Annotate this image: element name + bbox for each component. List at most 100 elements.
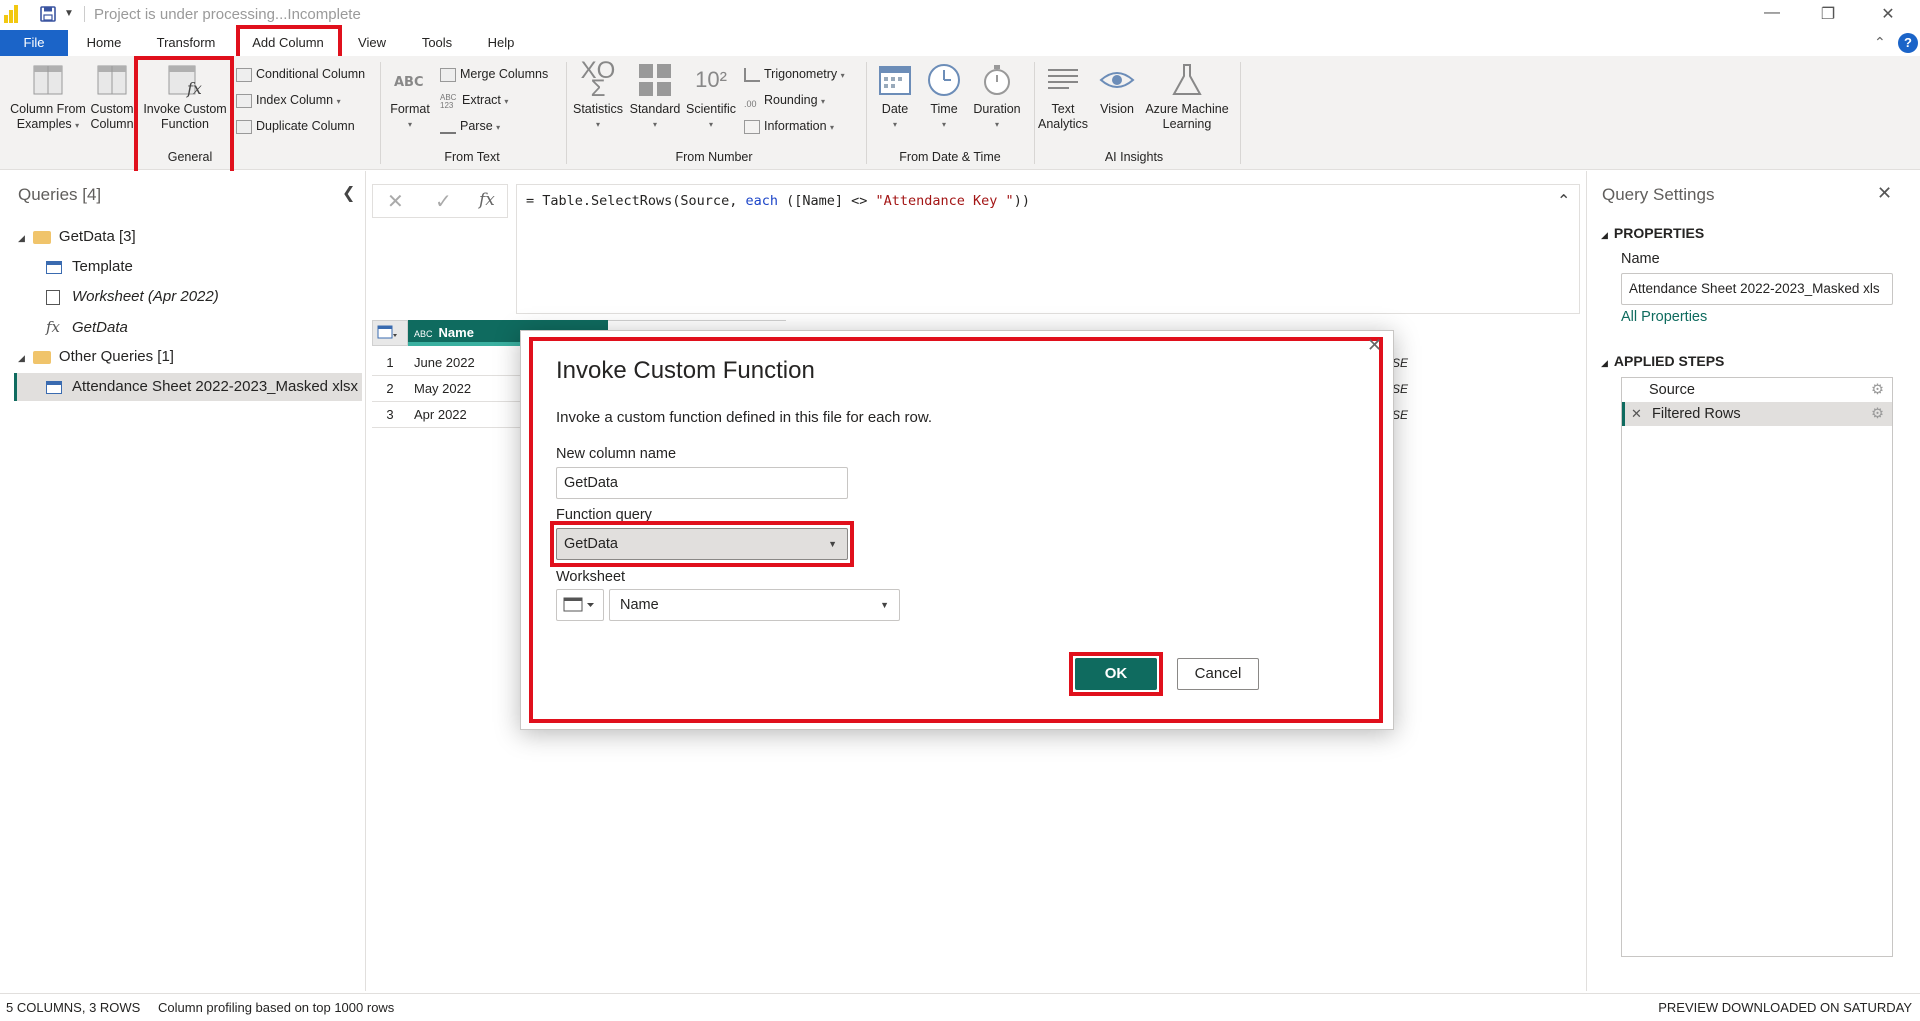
duplicate-column-icon (236, 119, 252, 134)
dialog-description: Invoke a custom function defined in this… (556, 409, 933, 426)
function-icon: fx (46, 318, 61, 336)
save-icon[interactable] (40, 6, 56, 22)
time-button[interactable]: Time ▾ (922, 62, 966, 132)
chevron-down-icon: ▼ (880, 600, 889, 610)
close-button[interactable]: ✕ (1868, 4, 1908, 26)
extract-button[interactable]: ABC 123 Extract ▾ (440, 90, 508, 110)
status-bar: 5 COLUMNS, 3 ROWS Column profiling based… (0, 993, 1920, 1020)
query-item-getdata-function[interactable]: fx GetData (46, 313, 128, 341)
restore-button[interactable]: ❐ (1808, 4, 1848, 26)
applied-steps-list: Source ⚙ ✕ Filtered Rows ⚙ (1621, 377, 1893, 957)
stopwatch-icon (979, 62, 1015, 98)
tab-file[interactable]: File (0, 30, 68, 56)
query-name-input[interactable]: Attendance Sheet 2022-2023_Masked xls (1621, 273, 1893, 305)
conditional-column-button[interactable]: Conditional Column (236, 64, 365, 84)
help-icon[interactable]: ? (1898, 33, 1918, 53)
power-bi-logo-icon (4, 5, 18, 23)
custom-column-icon (94, 62, 130, 98)
standard-button[interactable]: Standard ▾ (626, 62, 684, 132)
minimize-button[interactable]: — (1752, 4, 1792, 26)
trigonometry-icon (744, 67, 760, 82)
query-group-other[interactable]: ◢ Other Queries [1] (18, 343, 174, 371)
highlight-function-query (550, 521, 854, 567)
duration-button[interactable]: Duration ▾ (968, 62, 1026, 132)
statistics-icon: XO Σ (580, 57, 616, 102)
table-icon (563, 597, 594, 612)
tab-transform[interactable]: Transform (148, 30, 224, 56)
collapse-formula-icon[interactable]: ⌃ (1557, 191, 1570, 211)
close-settings-icon[interactable]: ✕ (1877, 183, 1892, 204)
query-group-getdata[interactable]: ◢ GetData [3] (18, 223, 136, 251)
tab-help[interactable]: Help (480, 30, 522, 56)
quick-access-dropdown-icon[interactable]: ▼ (64, 8, 74, 19)
cancel-edit-icon[interactable]: ✕ (387, 189, 404, 214)
statistics-button[interactable]: XO Σ Statistics ▾ (570, 57, 626, 132)
text-type-icon: ABC (414, 329, 433, 339)
dialog-close-icon[interactable]: ✕ (1367, 335, 1382, 356)
scientific-button[interactable]: 10² Scientific ▾ (684, 62, 738, 132)
trigonometry-button[interactable]: Trigonometry ▾ (744, 64, 845, 84)
step-source[interactable]: Source ⚙ (1622, 378, 1892, 402)
queries-pane: Queries [4] ❮ ◢ GetData [3] Template Work… (0, 171, 366, 991)
format-button[interactable]: ABC Format ▾ (386, 62, 434, 132)
table-icon (46, 380, 62, 394)
title-separator (84, 6, 85, 22)
ribbon-separator (1240, 62, 1241, 164)
tab-tools[interactable]: Tools (414, 30, 460, 56)
text-analytics-icon (1045, 62, 1081, 98)
table-icon (46, 260, 62, 274)
azure-ml-button[interactable]: Azure Machine Learning (1142, 62, 1232, 132)
merge-columns-icon (440, 67, 456, 82)
merge-columns-button[interactable]: Merge Columns (440, 64, 548, 84)
gear-icon[interactable]: ⚙ (1871, 378, 1884, 402)
query-item-template[interactable]: Template (46, 253, 133, 281)
ribbon-separator (866, 62, 867, 164)
query-settings-pane: Query Settings ✕ ◢ PROPERTIES Name Attend… (1586, 171, 1920, 991)
worksheet-label: Worksheet (556, 569, 626, 585)
index-column-button[interactable]: Index Column ▾ (236, 90, 341, 110)
information-icon (744, 119, 760, 134)
collapse-pane-icon[interactable]: ❮ (342, 183, 355, 203)
query-item-attendance-sheet[interactable]: Attendance Sheet 2022-2023_Masked xlsx (14, 373, 362, 401)
parse-button[interactable]: Parse ▾ (440, 116, 500, 136)
clock-icon (926, 62, 962, 98)
row-number: 3 (372, 402, 408, 428)
column-type-select[interactable] (556, 589, 604, 621)
information-button[interactable]: Information ▾ (744, 116, 834, 136)
name-label: Name (1621, 251, 1660, 267)
svg-text:ABC: ABC (394, 75, 424, 90)
collapse-ribbon-icon[interactable]: ⌃ (1874, 34, 1886, 51)
tab-view[interactable]: View (352, 30, 392, 56)
delete-step-icon[interactable]: ✕ (1631, 402, 1642, 426)
applied-steps-heading: ◢ APPLIED STEPS (1601, 353, 1725, 369)
text-analytics-button[interactable]: Text Analytics (1036, 62, 1090, 132)
status-profiling[interactable]: Column profiling based on top 1000 rows (158, 994, 394, 1021)
query-item-worksheet[interactable]: Worksheet (Apr 2022) (46, 283, 219, 311)
expand-arrow-icon: ◢ (18, 353, 25, 363)
properties-heading: ◢ PROPERTIES (1601, 225, 1705, 241)
formula-text: = Table.SelectRows(Source, each ([Name] … (526, 193, 1030, 209)
tab-home[interactable]: Home (76, 30, 132, 56)
table-menu-icon[interactable] (372, 320, 408, 346)
ribbon: Column From Examples ▾ Custom Column fx … (0, 56, 1920, 170)
queries-header: Queries [4] (18, 185, 102, 204)
column-from-examples-button[interactable]: Column From Examples ▾ (6, 62, 90, 133)
group-label-ai-insights: AI Insights (1104, 150, 1164, 164)
commit-edit-icon[interactable]: ✓ (435, 189, 452, 214)
rounding-button[interactable]: .00 Rounding ▾ (744, 90, 825, 110)
group-label-from-text: From Text (444, 150, 500, 164)
worksheet-column-select[interactable]: Name ▼ (609, 589, 900, 621)
cancel-button[interactable]: Cancel (1177, 658, 1259, 690)
fx-icon[interactable]: fx (479, 190, 495, 210)
duplicate-column-button[interactable]: Duplicate Column (236, 116, 355, 136)
all-properties-link[interactable]: All Properties (1621, 309, 1707, 325)
formula-editor[interactable]: = Table.SelectRows(Source, each ([Name] … (516, 184, 1580, 314)
gear-icon[interactable]: ⚙ (1871, 402, 1884, 426)
step-filtered-rows[interactable]: ✕ Filtered Rows ⚙ (1622, 402, 1892, 426)
column-from-examples-icon (30, 62, 66, 98)
vision-button[interactable]: Vision (1092, 62, 1142, 117)
new-column-name-input[interactable]: GetData (556, 467, 848, 499)
date-button[interactable]: Date ▾ (872, 62, 918, 132)
custom-column-button[interactable]: Custom Column (90, 62, 134, 132)
parse-icon (440, 120, 456, 134)
